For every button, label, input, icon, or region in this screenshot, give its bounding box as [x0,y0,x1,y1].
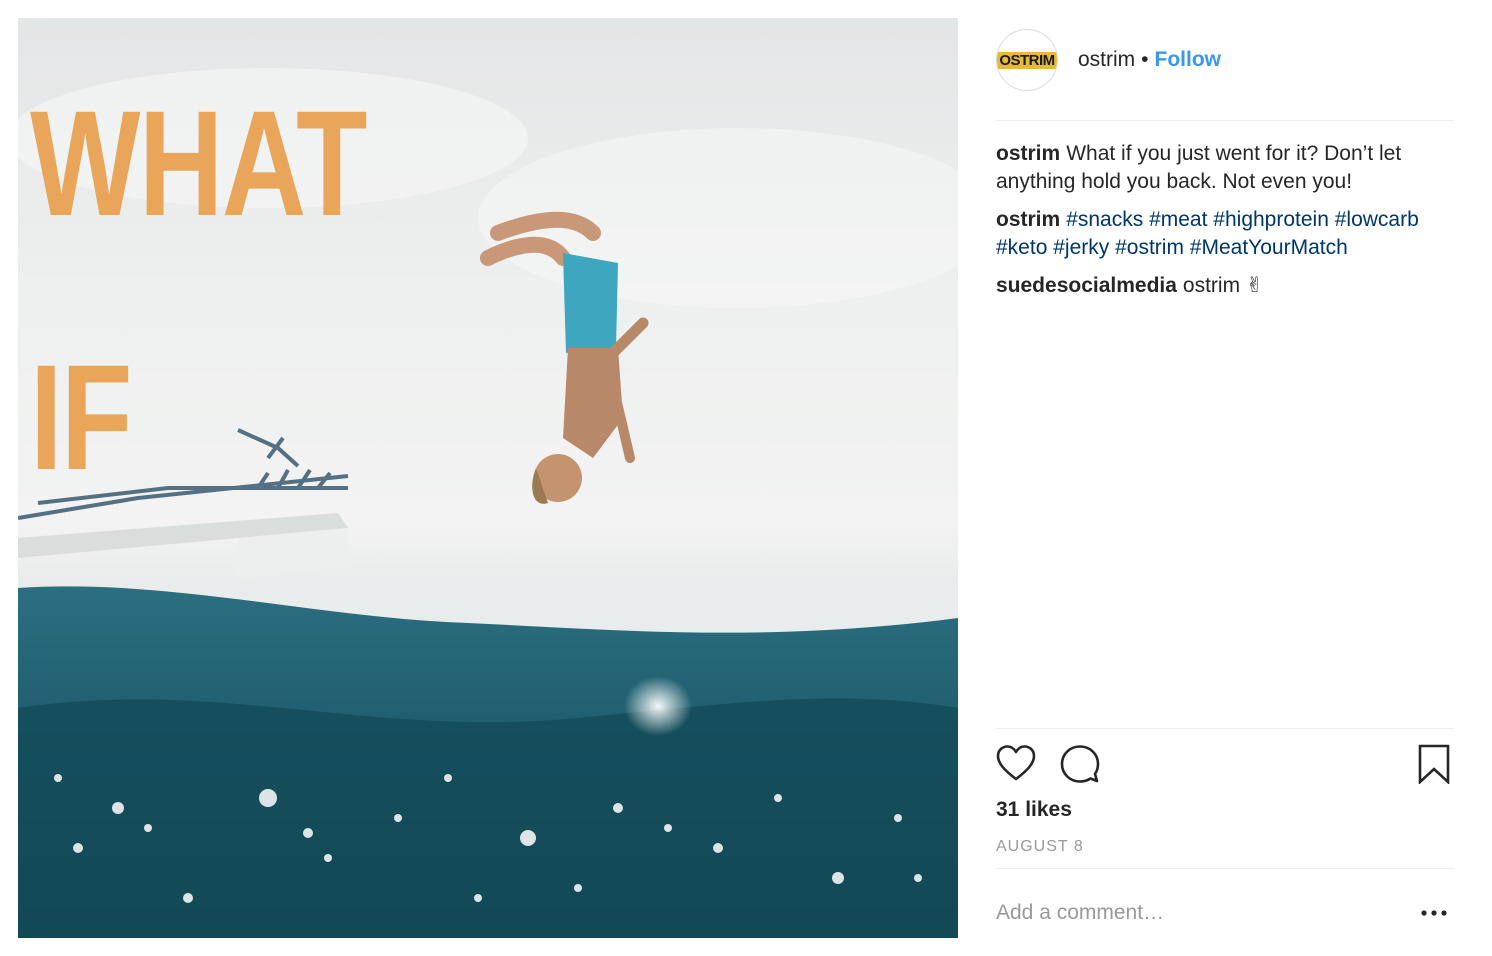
likes-count[interactable]: 31 likes [996,798,1072,822]
comments-list: ostrim What if you just went for it? Don’… [996,140,1454,310]
post-date[interactable]: AUGUST 8 [996,838,1084,856]
hashtag-link[interactable]: #MeatYourMatch [1190,236,1348,259]
hashtag-link[interactable]: #ostrim [1115,236,1184,259]
avatar-logo-text: OSTRIM [997,51,1057,69]
divider [996,120,1454,121]
reply-comment: suedesocialmedia ostrim ✌ [996,272,1454,300]
action-bar [996,744,1454,788]
divider [996,728,1454,729]
divider [996,868,1454,869]
headline-word-if: IF [30,333,132,501]
comment-icon [1060,745,1100,783]
post-sidebar: OSTRIM ostrim • Follow ostrim What if you… [996,18,1454,938]
comment-username[interactable]: suedesocialmedia [996,274,1177,297]
follow-button[interactable]: Follow [1155,48,1222,72]
post-header: OSTRIM ostrim • Follow [996,28,1454,92]
hashtag-link[interactable]: #highprotein [1213,208,1329,231]
post-image[interactable]: WHAT IF [18,18,958,938]
more-options-icon [1421,910,1447,916]
hashtag-link[interactable]: #meat [1149,208,1207,231]
caption-comment: ostrim What if you just went for it? Don’… [996,140,1454,196]
hashtag-link[interactable]: #jerky [1053,236,1109,259]
separator-dot: • [1141,48,1149,71]
hashtag-link[interactable]: #snacks [1066,208,1143,231]
comment-button[interactable] [1060,744,1100,784]
like-button[interactable] [996,744,1036,784]
comment-username[interactable]: ostrim [996,142,1060,165]
more-options-button[interactable] [1414,898,1454,928]
heart-icon [996,745,1036,781]
hashtag-link[interactable]: #lowcarb [1335,208,1419,231]
comment-text: ostrim ✌ [1182,274,1264,297]
hashtag-link[interactable]: #keto [996,236,1047,259]
save-button[interactable] [1414,744,1454,785]
hashtag-comment: ostrim #snacks #meat #highprotein #lowcar… [996,206,1454,262]
headline-word-what: WHAT [30,79,368,247]
bookmark-icon [1418,744,1450,785]
avatar[interactable]: OSTRIM [996,29,1058,91]
add-comment-input[interactable] [996,896,1396,930]
post-author-username[interactable]: ostrim [1078,48,1135,72]
comment-username[interactable]: ostrim [996,208,1060,231]
